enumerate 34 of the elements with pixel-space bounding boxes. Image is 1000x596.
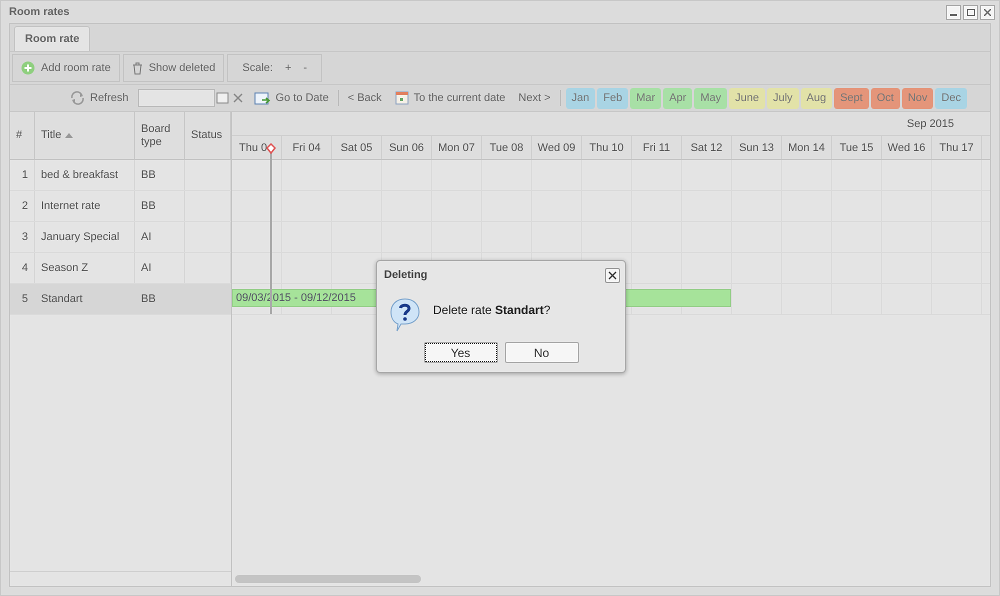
month-label: Sep 2015: [906, 118, 954, 130]
day-header: Tue 08: [482, 136, 532, 159]
scale-label: Scale:: [241, 62, 274, 74]
table-cell: AI: [135, 253, 185, 283]
table-cell: Standart: [35, 284, 135, 314]
day-header: Tue 15: [832, 136, 882, 159]
row-number: 5: [10, 284, 35, 314]
day-header: Mon 07: [432, 136, 482, 159]
row-number: 4: [10, 253, 35, 283]
day-header: Mon 14: [782, 136, 832, 159]
table-cell: BB: [135, 284, 185, 314]
day-header: Sun 06: [382, 136, 432, 159]
row-number: 3: [10, 222, 35, 252]
day-header: Wed 09: [532, 136, 582, 159]
table-cell: AI: [135, 222, 185, 252]
window-title: Room rates: [9, 6, 71, 18]
day-header: Sat 12: [682, 136, 732, 159]
day-header: Sun 13: [732, 136, 782, 159]
table-cell: Internet rate: [35, 191, 135, 221]
table-cell: January Special: [35, 222, 135, 252]
table-cell: BB: [135, 160, 185, 190]
day-header: Thu 10: [582, 136, 632, 159]
row-number: 2: [10, 191, 35, 221]
day-header: Wed 16: [882, 136, 932, 159]
table-cell: Season Z: [35, 253, 135, 283]
day-header: Fri 04: [282, 136, 332, 159]
table-cell: BB: [135, 191, 185, 221]
day-header: Fri 11: [632, 136, 682, 159]
dialog-message: Delete rate Standart?: [433, 303, 550, 319]
row-number: 1: [10, 160, 35, 190]
day-header: Sat 05: [332, 136, 382, 159]
table-cell: bed & breakfast: [35, 160, 135, 190]
dialog-title: Deleting: [384, 269, 428, 281]
day-header: Thu 17: [932, 136, 982, 159]
